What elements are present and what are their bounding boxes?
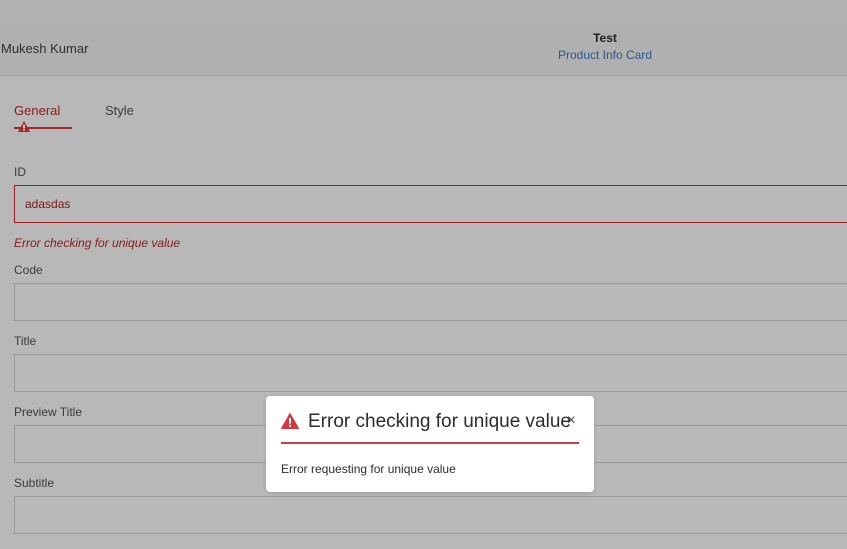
component-title-block: Test Product Info Card: [505, 31, 705, 64]
id-error-message: Error checking for unique value: [14, 236, 181, 250]
author-name: Mukesh Kumar: [1, 41, 89, 56]
component-subtitle-link[interactable]: Product Info Card: [505, 46, 705, 64]
subtitle-input[interactable]: [15, 497, 847, 533]
tab-general[interactable]: General: [14, 103, 72, 132]
tab-style[interactable]: Style: [105, 103, 134, 119]
warning-icon: [18, 120, 30, 136]
code-label: Code: [14, 263, 43, 277]
tab-general-label: General: [14, 103, 61, 118]
id-input[interactable]: [15, 186, 847, 222]
id-field[interactable]: [14, 185, 847, 223]
subtitle-label: Subtitle: [14, 476, 55, 490]
page-header: Mukesh Kumar Test Product Info Card: [0, 22, 847, 76]
subtitle-field[interactable]: [14, 496, 847, 534]
tab-style-label: Style: [105, 103, 134, 118]
code-field[interactable]: [14, 283, 847, 321]
preview-title-label: Preview Title: [14, 405, 83, 419]
dialog-title: Error checking for unique value: [308, 411, 571, 432]
close-icon[interactable]: ×: [567, 412, 576, 430]
top-strip: [0, 0, 847, 23]
alert-icon: [281, 413, 299, 434]
title-input[interactable]: [15, 355, 847, 391]
dialog-header: Error checking for unique value ×: [281, 410, 579, 444]
component-title: Test: [593, 31, 617, 45]
dialog-message: Error requesting for unique value: [281, 462, 456, 476]
id-label: ID: [14, 165, 26, 179]
code-input[interactable]: [15, 284, 847, 320]
title-label: Title: [14, 334, 37, 348]
error-dialog: Error checking for unique value × Error …: [266, 396, 594, 492]
title-field[interactable]: [14, 354, 847, 392]
